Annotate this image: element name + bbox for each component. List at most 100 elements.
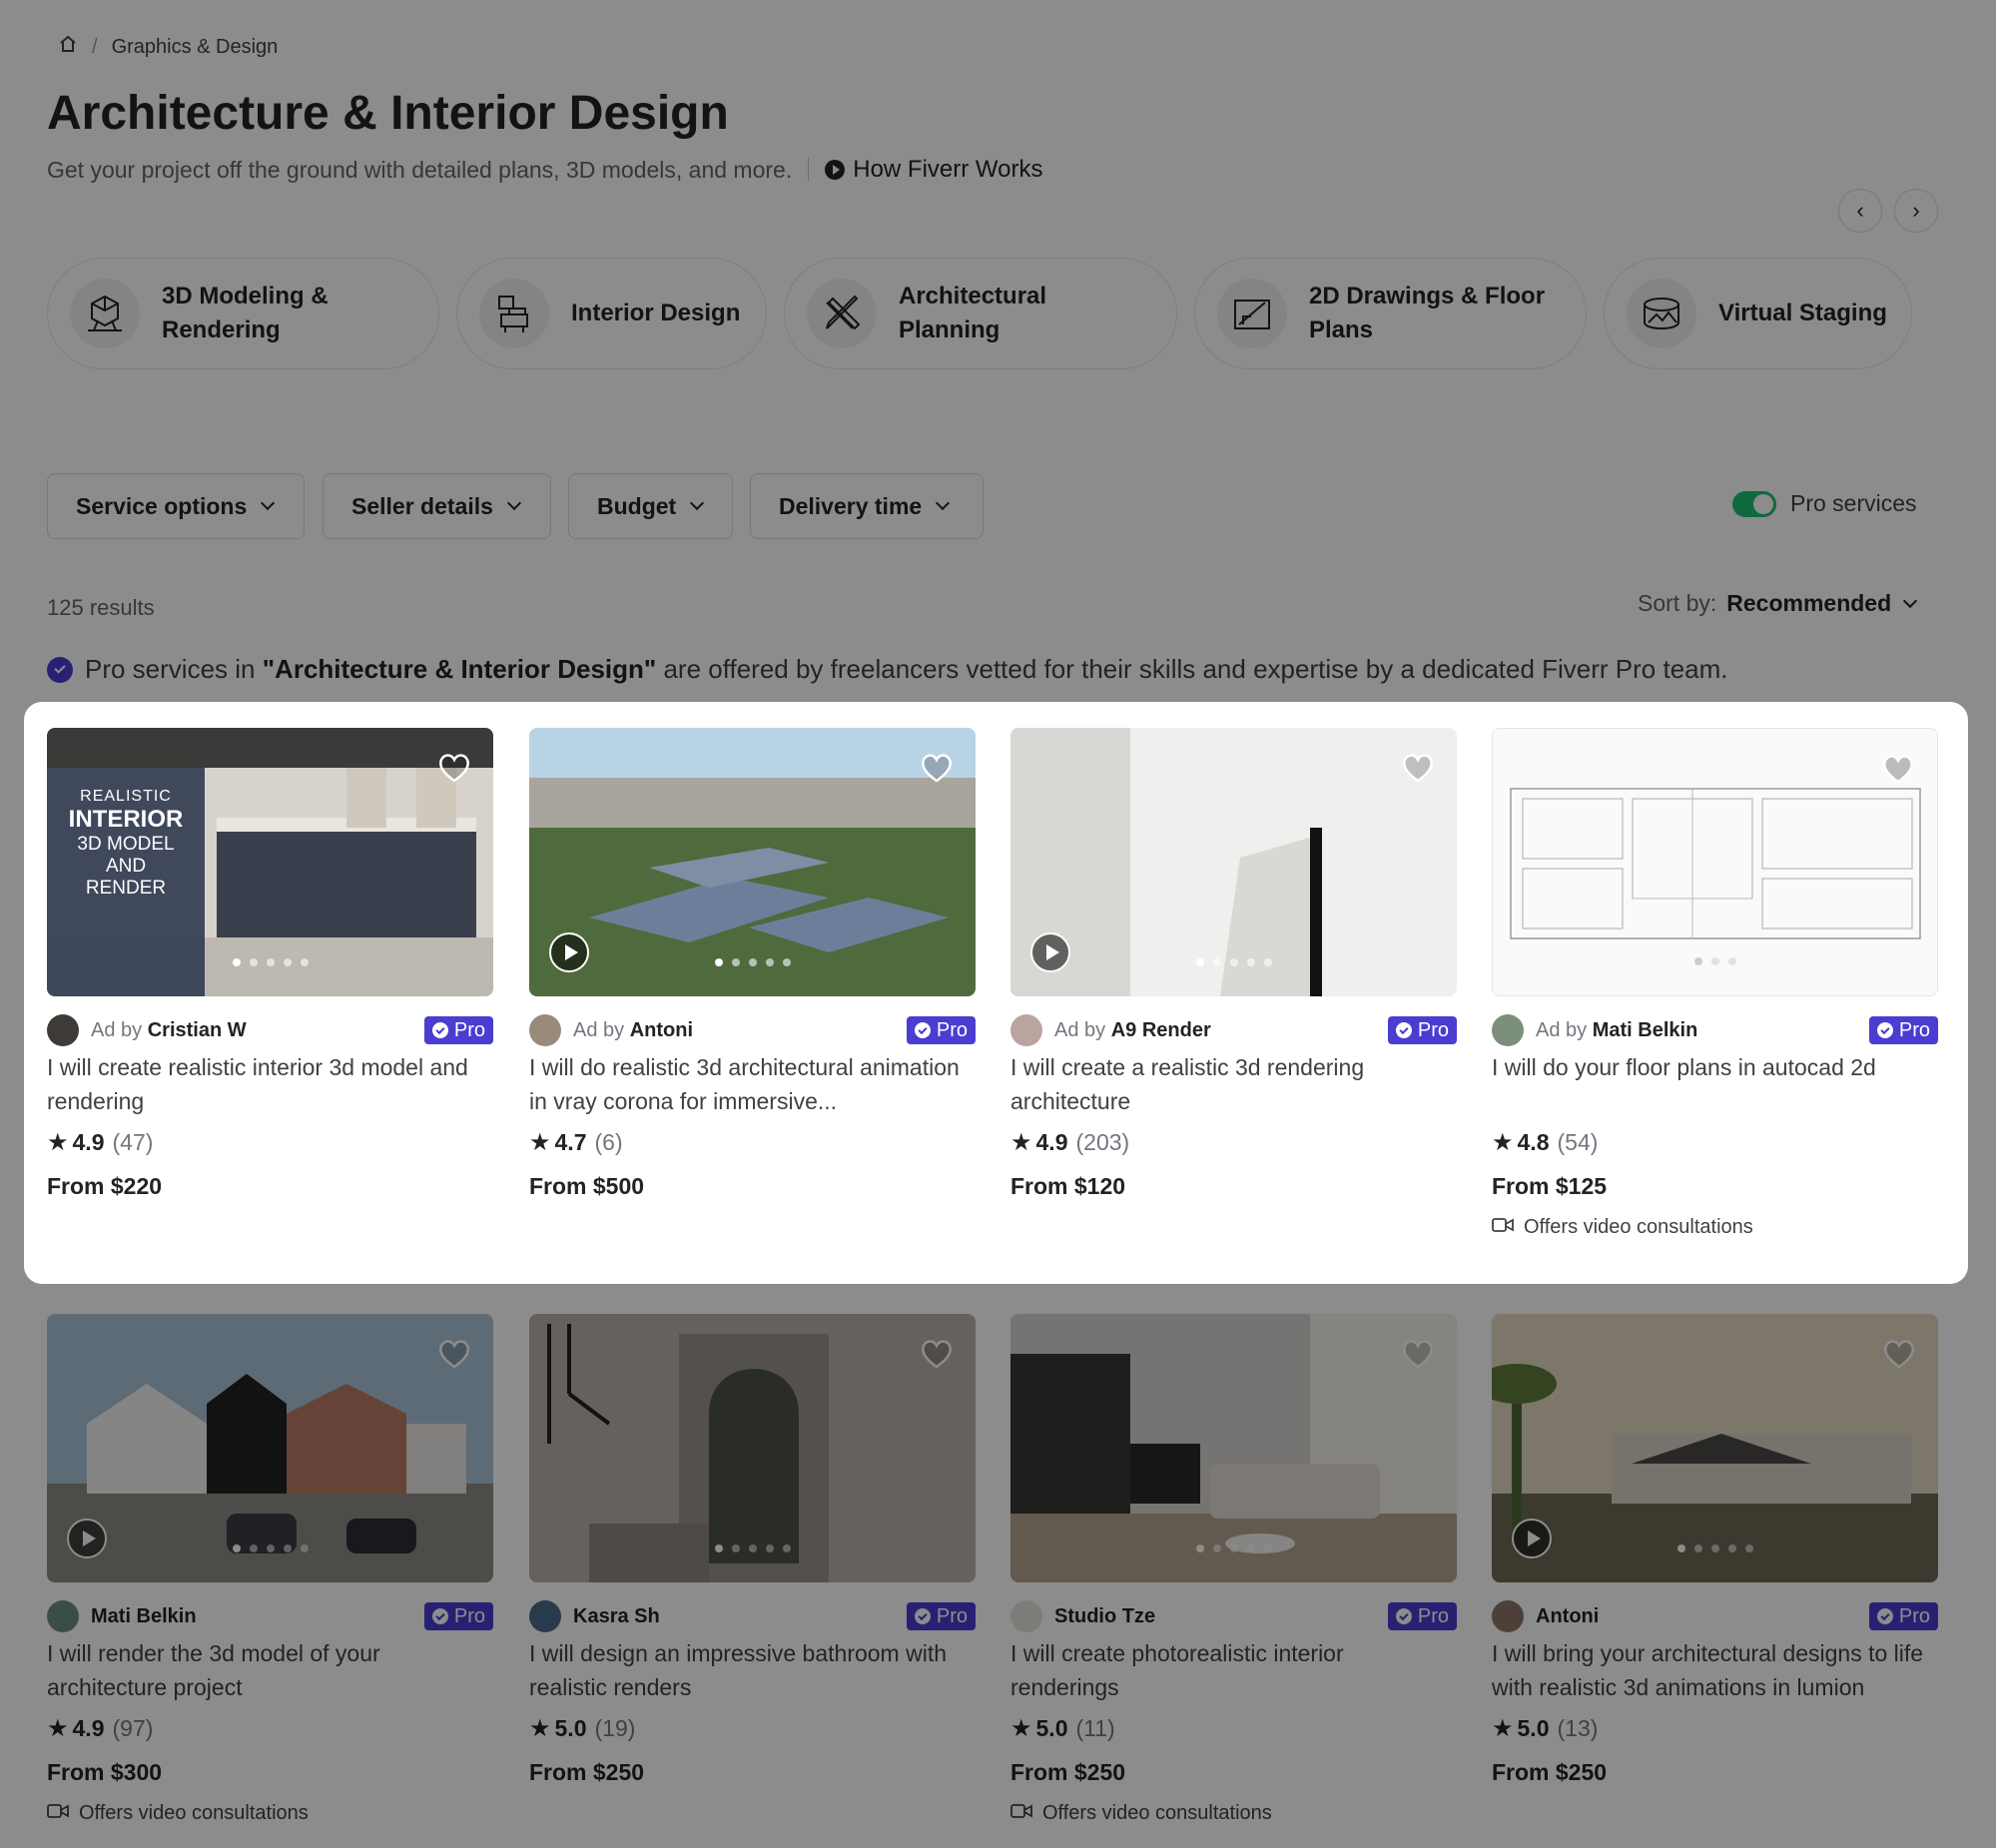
gig-thumbnail[interactable] [1492, 728, 1938, 996]
gig-title[interactable]: I will do realistic 3d architectural ani… [529, 1050, 976, 1118]
gig-card[interactable]: Ad by A9 Render Pro I will create a real… [1010, 728, 1457, 1200]
avatar[interactable] [529, 1014, 561, 1046]
gig-thumbnail[interactable] [1010, 728, 1457, 996]
favorite-heart-icon[interactable] [1882, 1338, 1916, 1370]
toggle-switch[interactable] [1732, 490, 1776, 517]
avatar[interactable] [1010, 1014, 1042, 1046]
gig-rating: ★ 5.0 (11) [1010, 1715, 1115, 1742]
carousel-dots[interactable] [1676, 1544, 1753, 1552]
carousel-dots[interactable] [232, 1544, 309, 1552]
avatar[interactable] [47, 1014, 79, 1046]
filter-budget[interactable]: Budget [568, 473, 733, 539]
filter-seller-details[interactable]: Seller details [323, 473, 551, 539]
video-camera-icon [1492, 1216, 1514, 1239]
pro-services-toggle[interactable]: Pro services [1732, 490, 1917, 517]
gig-card[interactable]: Ad by Antoni Pro I will do realistic 3d … [529, 728, 976, 1200]
pro-services-note: Pro services in "Architecture & Interior… [47, 654, 1728, 685]
gig-thumbnail[interactable] [529, 728, 976, 996]
carousel-dots[interactable] [1195, 1544, 1272, 1552]
seller-name[interactable]: Ad by Antoni [573, 1019, 693, 1042]
play-icon [825, 160, 846, 180]
category-architectural-planning[interactable]: Architectural Planning [784, 258, 1177, 369]
home-icon[interactable] [58, 34, 78, 60]
gig-card[interactable]: Mati Belkin Pro I will render the 3d mod… [47, 1314, 493, 1825]
carousel-dots[interactable] [1693, 957, 1736, 965]
gig-rating: ★ 5.0 (19) [529, 1715, 636, 1742]
category-label: Architectural Planning [899, 283, 1047, 343]
favorite-heart-icon[interactable] [437, 1338, 471, 1370]
category-interior-design[interactable]: Interior Design [456, 258, 767, 369]
gig-price: From $120 [1010, 1173, 1126, 1199]
avatar[interactable] [47, 1600, 79, 1632]
pro-badge: Pro [1387, 1016, 1457, 1044]
gig-thumbnail[interactable] [529, 1314, 976, 1582]
gig-card[interactable]: Studio Tze Pro I will create photorealis… [1010, 1314, 1457, 1825]
favorite-heart-icon[interactable] [1881, 753, 1915, 785]
carousel-dots[interactable] [714, 958, 791, 966]
gig-price: From $220 [47, 1173, 163, 1199]
sort-label: Sort by: [1638, 590, 1717, 616]
gig-card[interactable]: Antoni Pro I will bring your architectur… [1492, 1314, 1938, 1786]
sort-dropdown[interactable]: Sort by: Recommended [1638, 590, 1918, 617]
play-video-icon[interactable] [1512, 1519, 1552, 1558]
gig-card[interactable]: Ad by Mati Belkin Pro I will do your flo… [1492, 728, 1938, 1239]
avatar[interactable] [529, 1600, 561, 1632]
carousel-dots[interactable] [232, 958, 309, 966]
pro-check-icon [914, 1608, 931, 1624]
category-virtual-staging[interactable]: Virtual Staging [1604, 258, 1912, 369]
gig-title[interactable]: I will create photorealistic interior re… [1010, 1636, 1457, 1704]
scroll-left-button[interactable]: ‹ [1838, 189, 1882, 233]
gig-price: From $250 [1010, 1759, 1126, 1785]
breadcrumb-item[interactable]: Graphics & Design [112, 36, 279, 59]
gig-thumbnail[interactable]: REALISTIC INTERIOR 3D MODEL AND RENDER [47, 728, 493, 996]
gig-title[interactable]: I will design an impressive bathroom wit… [529, 1636, 976, 1704]
filter-delivery-time[interactable]: Delivery time [750, 473, 984, 539]
play-video-icon[interactable] [67, 1519, 107, 1558]
seller-name[interactable]: Kasra Sh [573, 1605, 660, 1628]
thumbnail-text: REALISTIC INTERIOR 3D MODEL AND RENDER [68, 788, 184, 899]
carousel-dots[interactable] [1195, 958, 1272, 966]
category-2d-drawings[interactable]: 2D Drawings & Floor Plans [1194, 258, 1587, 369]
play-video-icon[interactable] [1030, 932, 1070, 972]
carousel-dots[interactable] [714, 1544, 791, 1552]
gig-thumbnail[interactable] [1492, 1314, 1938, 1582]
favorite-heart-icon[interactable] [437, 752, 471, 784]
play-video-icon[interactable] [549, 932, 589, 972]
category-label: 3D Modeling & Rendering [162, 283, 329, 343]
gig-title[interactable]: I will create a realistic 3d rendering a… [1010, 1050, 1457, 1118]
gig-title[interactable]: I will create realistic interior 3d mode… [47, 1050, 493, 1118]
gig-title[interactable]: I will do your floor plans in autocad 2d [1492, 1050, 1938, 1118]
seller-name[interactable]: Antoni [1536, 1605, 1599, 1628]
seller-name[interactable]: Ad by A9 Render [1054, 1019, 1211, 1042]
scroll-right-button[interactable]: › [1894, 189, 1938, 233]
avatar[interactable] [1492, 1600, 1524, 1632]
gig-rating: ★ 4.9 (203) [1010, 1129, 1130, 1156]
360-view-icon [1627, 279, 1696, 348]
filter-service-options[interactable]: Service options [47, 473, 305, 539]
seller-name[interactable]: Ad by Mati Belkin [1536, 1019, 1697, 1042]
breadcrumb: / Graphics & Design [58, 34, 278, 60]
gig-title[interactable]: I will render the 3d model of your archi… [47, 1636, 493, 1704]
avatar[interactable] [1492, 1014, 1524, 1046]
seller-name[interactable]: Ad by Cristian W [91, 1019, 247, 1042]
favorite-heart-icon[interactable] [1401, 752, 1435, 784]
how-link-label: How Fiverr Works [853, 156, 1043, 183]
favorite-heart-icon[interactable] [920, 752, 954, 784]
gig-title[interactable]: I will bring your architectural designs … [1492, 1636, 1938, 1704]
star-icon: ★ [1492, 1715, 1514, 1742]
gig-thumbnail[interactable] [47, 1314, 493, 1582]
seller-row: Ad by Cristian W Pro [47, 1014, 493, 1046]
category-label: 2D Drawings & Floor Plans [1309, 283, 1546, 343]
gig-thumbnail[interactable] [1010, 1314, 1457, 1582]
seller-name[interactable]: Mati Belkin [91, 1605, 197, 1628]
favorite-heart-icon[interactable] [1401, 1338, 1435, 1370]
seller-name[interactable]: Studio Tze [1054, 1605, 1155, 1628]
category-3d-modeling[interactable]: 3D Modeling & Rendering [47, 258, 439, 369]
gig-card[interactable]: Kasra Sh Pro I will design an impressive… [529, 1314, 976, 1786]
seller-row: Kasra Sh Pro [529, 1600, 976, 1632]
favorite-heart-icon[interactable] [920, 1338, 954, 1370]
gig-card[interactable]: REALISTIC INTERIOR 3D MODEL AND RENDER A… [47, 728, 493, 1200]
how-fiverr-works-link[interactable]: How Fiverr Works [825, 156, 1042, 184]
3d-model-icon [70, 279, 140, 348]
avatar[interactable] [1010, 1600, 1042, 1632]
